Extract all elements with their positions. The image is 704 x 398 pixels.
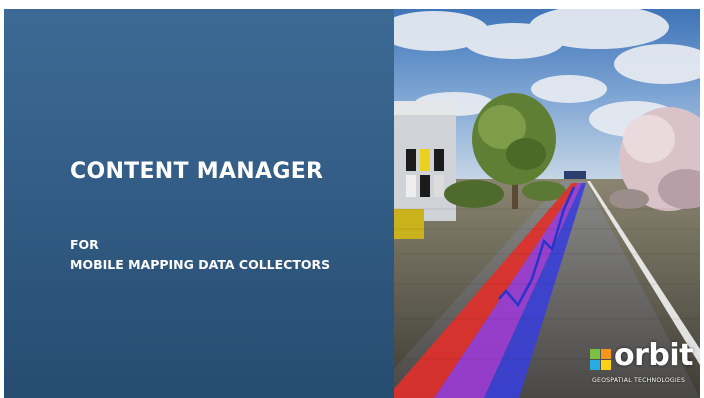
orbit-logo-mark	[590, 349, 612, 371]
presentation-slide: CONTENT MANAGER FOR MOBILE MAPPING DATA …	[4, 9, 700, 398]
title-panel: CONTENT MANAGER FOR MOBILE MAPPING DATA …	[4, 9, 394, 398]
orbit-logo: orbit GEOSPATIAL TECHNOLOGIES	[590, 338, 694, 392]
subtitle-line-1: FOR	[70, 237, 99, 252]
slide-subtitle: FOR MOBILE MAPPING DATA COLLECTORS	[70, 235, 330, 275]
logo-name: orbit	[614, 338, 694, 373]
logo-tagline: GEOSPATIAL TECHNOLOGIES	[592, 377, 686, 384]
slide-title: CONTENT MANAGER	[70, 159, 324, 184]
subtitle-line-2: MOBILE MAPPING DATA COLLECTORS	[70, 257, 331, 272]
